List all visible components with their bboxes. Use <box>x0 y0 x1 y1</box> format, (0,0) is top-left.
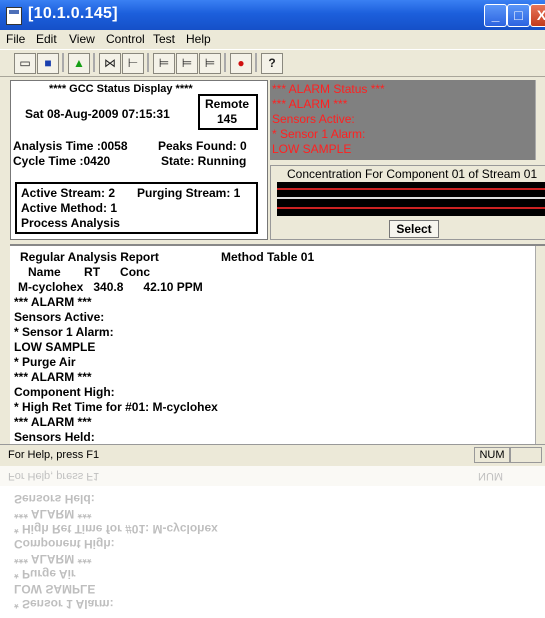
select-button[interactable]: Select <box>389 220 439 238</box>
active-method: Active Method: 1 <box>21 201 118 215</box>
save-icon[interactable]: ■ <box>37 53 59 74</box>
report-line: * High Ret Time for #01: M-cyclohex <box>14 400 218 414</box>
halt-icon[interactable]: ● <box>230 53 252 74</box>
report-line: Sensors Held: <box>14 430 95 444</box>
alarm-scrollbar[interactable] <box>535 80 545 160</box>
report-line: Sensors Active: <box>14 310 105 324</box>
status-help-text: For Help, press F1 <box>8 449 100 461</box>
num-lock-indicator: NUM <box>474 447 510 463</box>
report-columns: Name RT Conc <box>28 265 151 279</box>
reflection-num: NUM <box>478 470 504 482</box>
menu-control[interactable]: Control <box>106 32 145 46</box>
title-bar[interactable]: [10.1.0.145] _ □ X <box>0 0 545 30</box>
app-window: [10.1.0.145] _ □ X File Edit View Contro… <box>0 0 545 466</box>
open-folder-icon[interactable]: ▭ <box>14 53 36 74</box>
status-cell <box>510 447 542 463</box>
reflection-line: Component High: <box>14 537 115 551</box>
reflection-help-text: For Help, press F1 <box>8 470 100 482</box>
active-stream: Active Stream: 2 <box>21 186 116 200</box>
menu-edit[interactable]: Edit <box>36 32 57 46</box>
remote-value: 145 <box>217 112 238 126</box>
reflection-status-bar: For Help, press F1 NUM <box>0 466 545 486</box>
menu-bar: File Edit View Control Test Help <box>0 30 545 48</box>
stream2-icon[interactable]: ⊨ <box>176 53 198 74</box>
concentration-title: Concentration For Component 01 of Stream… <box>287 167 538 181</box>
toolbar-separator <box>255 53 257 72</box>
concentration-trace <box>277 207 545 209</box>
status-bar: For Help, press F1 NUM <box>0 444 545 465</box>
help-icon[interactable]: ? <box>261 53 283 74</box>
process-mode: Process Analysis <box>21 216 120 230</box>
report-line: *** ALARM *** <box>14 415 92 429</box>
stop-valve-icon[interactable]: ⋈ <box>99 53 121 74</box>
reflection-line: * High Ret Time for #01: M-cyclohex <box>14 522 218 536</box>
reflection-content: For Help, press F1 NUM Sensors Held: ***… <box>0 466 545 618</box>
report-row: M-cyclohex 340.8 42.10 PPM <box>18 280 203 294</box>
alarm-line: *** ALARM *** <box>272 97 348 111</box>
cycle-time: Cycle Time :0420 <box>13 154 111 168</box>
menu-help[interactable]: Help <box>186 32 211 46</box>
close-button[interactable]: X <box>530 4 545 27</box>
gcc-status-panel: **** GCC Status Display **** Sat 08-Aug-… <box>10 80 268 240</box>
remote-box: Remote 145 <box>198 94 258 130</box>
alarm-line: Sensors Active: <box>272 112 355 126</box>
concentration-panel: Concentration For Component 01 of Stream… <box>270 165 545 240</box>
report-line: * Sensor 1 Alarm: <box>14 325 114 339</box>
analysis-time: Analysis Time :0058 <box>13 139 128 153</box>
alarm-line: LOW SAMPLE <box>272 142 352 156</box>
report-line: *** ALARM *** <box>14 370 92 384</box>
status-datetime: Sat 08-Aug-2009 07:15:31 <box>25 107 170 121</box>
valve-icon[interactable]: ⊢ <box>122 53 144 74</box>
menu-file[interactable]: File <box>6 32 25 46</box>
report-line: *** ALARM *** <box>14 295 92 309</box>
active-stream-box: Active Stream: 2 Purging Stream: 1 Activ… <box>15 182 258 234</box>
stream1-icon[interactable]: ⊨ <box>153 53 175 74</box>
toolbar-separator <box>147 53 149 72</box>
run-state: State: Running <box>161 154 247 168</box>
alarm-status-panel: *** ALARM Status *** *** ALARM *** Senso… <box>270 80 545 160</box>
purging-stream: Purging Stream: 1 <box>137 186 241 200</box>
reflection-line: *** ALARM *** <box>14 552 92 566</box>
start-triangle-icon[interactable]: ▲ <box>68 53 90 74</box>
toolbar-separator <box>224 53 226 72</box>
remote-label: Remote <box>205 97 250 111</box>
minimize-button[interactable]: _ <box>484 4 507 27</box>
analysis-report: Regular Analysis Report Method Table 01 … <box>10 244 545 446</box>
reflection-line: *** ALARM *** <box>14 507 92 521</box>
window-title: [10.1.0.145] <box>28 5 118 22</box>
status-heading: **** GCC Status Display **** <box>49 83 193 95</box>
toolbar-separator <box>62 53 64 72</box>
reflection-line: LOW SAMPLE <box>14 582 96 596</box>
report-line: LOW SAMPLE <box>14 340 96 354</box>
reflection-line: * Purge Air <box>14 567 76 581</box>
report-title: Regular Analysis Report <box>20 250 159 264</box>
report-line: * Purge Air <box>14 355 76 369</box>
stream3-icon[interactable]: ⊨ <box>199 53 221 74</box>
app-icon <box>6 7 22 25</box>
alarm-line: *** ALARM Status *** <box>272 82 385 96</box>
menu-view[interactable]: View <box>69 32 95 46</box>
concentration-trace <box>277 188 545 190</box>
concentration-plot <box>277 182 545 216</box>
window-reflection: For Help, press F1 NUM Sensors Held: ***… <box>0 466 545 618</box>
peaks-found: Peaks Found: 0 <box>158 139 247 153</box>
toolbar-separator <box>93 53 95 72</box>
maximize-button[interactable]: □ <box>507 4 530 27</box>
concentration-trace <box>277 197 545 199</box>
reflection-line: Sensors Held: <box>14 492 95 506</box>
report-scrollbar[interactable] <box>535 246 545 446</box>
menu-test[interactable]: Test <box>153 32 175 46</box>
alarm-line: * Sensor 1 Alarm: <box>272 127 366 141</box>
report-line: Component High: <box>14 385 115 399</box>
toolbar: ▭ ■ ▲ ⋈ ⊢ ⊨ ⊨ ⊨ ● ? <box>0 49 545 77</box>
reflection-line: * Sensor 1 Alarm: <box>14 597 114 611</box>
report-method-table: Method Table 01 <box>221 250 315 264</box>
